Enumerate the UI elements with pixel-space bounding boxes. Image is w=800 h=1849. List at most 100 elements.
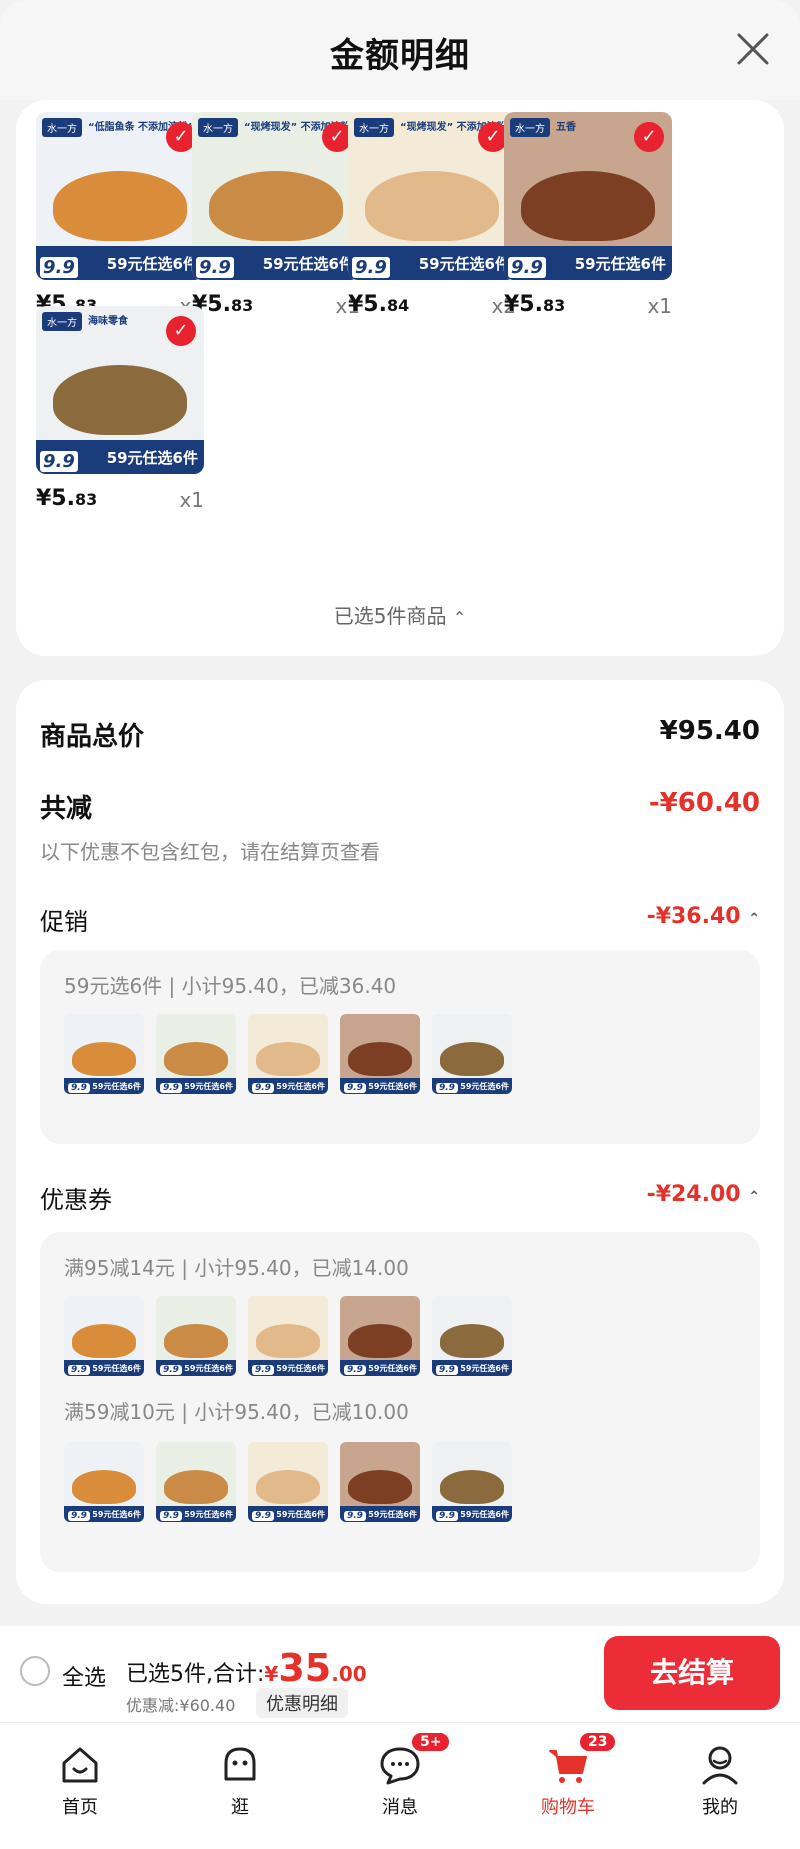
- sheet-header: 金额明细: [0, 0, 800, 100]
- price-tag: 9.9: [252, 1083, 274, 1093]
- discount-note: 以下优惠不包含红包，请在结算页查看: [40, 840, 380, 864]
- price-tag: 9.9: [160, 1365, 182, 1375]
- product-thumbnail: 水一方“低脂鱼条 不添加淀粉”✓9.959元任选6件: [64, 1296, 144, 1376]
- promo-strip-text: 59元任选6件: [106, 254, 198, 273]
- promo-strip-text: 59元任选6件: [92, 1363, 141, 1373]
- promo-strip-text: 59元任选6件: [460, 1081, 509, 1091]
- total-label: 商品总价: [40, 722, 145, 752]
- discount-detail-button[interactable]: 优惠明细: [256, 1688, 348, 1718]
- select-all-radio[interactable]: [20, 1656, 50, 1686]
- product-image: 水一方“低脂鱼条 不添加淀粉”✓9.959元任选6件: [64, 1442, 144, 1522]
- tab-cart[interactable]: 23 购物车: [508, 1731, 628, 1819]
- food-photo: [164, 1324, 228, 1358]
- price-tag: 9.9: [344, 1083, 366, 1093]
- price-decimal: 83: [74, 490, 98, 509]
- product-image[interactable]: 水一方 海味零食 ✓ 9.9 59元任选6件: [36, 306, 204, 474]
- product-image[interactable]: 水一方 “现烤现发” 不添加淀粉 ✓ 9.9 59元任选6件: [192, 112, 360, 280]
- promo-strip-text: 59元任选6件: [262, 254, 354, 273]
- price-tag: 9.9: [436, 1511, 458, 1521]
- product-item[interactable]: 水一方 “现烤现发” 不添加淀粉 ✓ 9.9 59元任选6件 ¥5.84 x2: [348, 112, 516, 318]
- product-image: 水一方“现烤现发” 不添加淀粉✓9.959元任选6件: [156, 1014, 236, 1094]
- food-photo: [72, 1324, 136, 1358]
- coupon-toggle[interactable]: -¥24.00 ⌃: [647, 1182, 760, 1207]
- product-item[interactable]: 水一方 五香 ✓ 9.9 59元任选6件 ¥5.83 x1: [504, 112, 672, 318]
- price-tag: 9.9: [344, 1365, 366, 1375]
- product-image: 水一方“低脂鱼条 不添加淀粉”✓9.959元任选6件: [64, 1014, 144, 1094]
- promo-strip-text: 59元任选6件: [574, 254, 666, 273]
- product-image[interactable]: 水一方 五香 ✓ 9.9 59元任选6件: [504, 112, 672, 280]
- product-image: 水一方“现烤现发” 不添加淀粉✓9.959元任选6件: [156, 1296, 236, 1376]
- selected-count-toggle[interactable]: 已选5件商品 ⌃: [16, 600, 784, 629]
- promo-toggle[interactable]: -¥36.40 ⌃: [647, 904, 760, 929]
- product-item[interactable]: 水一方“低脂鱼条 不添加淀粉”✓9.959元任选6件¥5.83x1: [36, 112, 204, 318]
- product-image[interactable]: 水一方 “现烤现发” 不添加淀粉 ✓ 9.9 59元任选6件: [348, 112, 516, 280]
- product-image: 水一方海味零食✓9.959元任选6件: [432, 1442, 512, 1522]
- price-tag: 9.9: [68, 1083, 90, 1093]
- product-thumbnail: 水一方“现烤现发” 不添加淀粉✓9.959元任选6件: [156, 1442, 236, 1522]
- product-thumbnail: 水一方五香✓9.959元任选6件: [340, 1014, 420, 1094]
- product-thumbnail: 水一方海味零食✓9.959元任选6件: [432, 1296, 512, 1376]
- promo-strip-text: 59元任选6件: [276, 1509, 325, 1519]
- sum-currency: ¥: [264, 1662, 279, 1686]
- close-icon[interactable]: [736, 32, 770, 66]
- price-tag: 9.9: [160, 1083, 182, 1093]
- food-photo: [256, 1324, 320, 1358]
- checkout-button[interactable]: 去结算: [604, 1636, 780, 1710]
- discount-value: -¥60.40: [648, 788, 760, 818]
- tab-explore[interactable]: 逛: [180, 1741, 300, 1819]
- select-all-label[interactable]: 全选: [62, 1660, 106, 1692]
- coupon-line-2: 满59减10元 | 小计95.40，已减10.00: [64, 1400, 409, 1424]
- price-tag: 9.9: [252, 1365, 274, 1375]
- promo-strip: 9.9 59元任选6件: [64, 1360, 144, 1376]
- food-photo: [440, 1470, 504, 1504]
- price-tag: 9.9: [252, 1511, 274, 1521]
- discount-label: 共减: [40, 794, 93, 824]
- promo-strip: 9.9 59元任选6件: [340, 1360, 420, 1376]
- promo-strip-text: 59元任选6件: [368, 1509, 417, 1519]
- price-tag: 9.9: [508, 257, 546, 278]
- promo-strip-text: 59元任选6件: [368, 1363, 417, 1373]
- summary-card: 商品总价 ¥95.40 共减 -¥60.40 以下优惠不包含红包，请在结算页查看…: [16, 680, 784, 1604]
- coupon-label: 优惠券: [40, 1186, 112, 1214]
- tab-home[interactable]: 首页: [20, 1741, 140, 1819]
- tab-explore-label: 逛: [231, 1797, 249, 1818]
- product-image[interactable]: 水一方 “低脂鱼条 不添加淀粉” ✓ 9.9 59元任选6件: [36, 112, 204, 280]
- food-photo: [72, 1042, 136, 1076]
- brand-logo: 水一方: [354, 118, 394, 137]
- checkmark-icon: ✓: [166, 316, 196, 346]
- food-photo: [348, 1324, 412, 1358]
- sum-amount: 35: [278, 1646, 332, 1690]
- tab-profile[interactable]: 我的: [660, 1741, 780, 1819]
- tab-profile-label: 我的: [702, 1797, 738, 1818]
- sum-decimal: .00: [331, 1662, 367, 1686]
- food-photo: [348, 1042, 412, 1076]
- promo-strip: 9.9 59元任选6件: [36, 246, 204, 280]
- product-qty: x1: [179, 488, 204, 512]
- product-image: 水一方“现烤现发” 不添加淀粉✓9.959元任选6件: [248, 1442, 328, 1522]
- food-photo: [256, 1470, 320, 1504]
- product-image: 水一方海味零食✓9.959元任选6件: [432, 1296, 512, 1376]
- promo-strip: 9.9 59元任选6件: [348, 246, 516, 280]
- food-photo: [208, 170, 344, 242]
- product-thumbnail: 水一方“低脂鱼条 不添加淀粉”✓9.959元任选6件: [64, 1014, 144, 1094]
- price-tag: 9.9: [40, 257, 78, 278]
- promo-label: 促销: [40, 908, 88, 936]
- product-item[interactable]: 水一方 “现烤现发” 不添加淀粉 ✓ 9.9 59元任选6件 ¥5.83 x1: [192, 112, 360, 318]
- product-price: ¥5.84: [348, 292, 409, 317]
- brand-logo: 水一方: [42, 118, 82, 137]
- tab-messages[interactable]: 5+ 消息: [340, 1731, 460, 1819]
- price-tag: 9.9: [68, 1511, 90, 1521]
- food-photo: [256, 1042, 320, 1076]
- product-image: 水一方“现烤现发” 不添加淀粉✓9.959元任选6件: [156, 1442, 236, 1522]
- product-image: 水一方“现烤现发” 不添加淀粉✓9.959元任选6件: [248, 1296, 328, 1376]
- product-item[interactable]: 水一方 海味零食 ✓ 9.9 59元任选6件 ¥5.83 x1: [36, 306, 204, 512]
- promo-strip: 9.9 59元任选6件: [432, 1360, 512, 1376]
- promo-line: 59元选6件 | 小计95.40，已减36.40: [64, 974, 397, 998]
- product-price: ¥5.83: [504, 292, 565, 317]
- product-thumbnail: 水一方五香✓9.959元任选6件: [340, 1442, 420, 1522]
- tab-home-label: 首页: [62, 1797, 98, 1818]
- food-photo: [364, 170, 500, 242]
- product-image: 水一方海味零食✓9.959元任选6件: [432, 1014, 512, 1094]
- ghost-icon: [224, 1747, 256, 1781]
- promo-strip: 9.9 59元任选6件: [156, 1360, 236, 1376]
